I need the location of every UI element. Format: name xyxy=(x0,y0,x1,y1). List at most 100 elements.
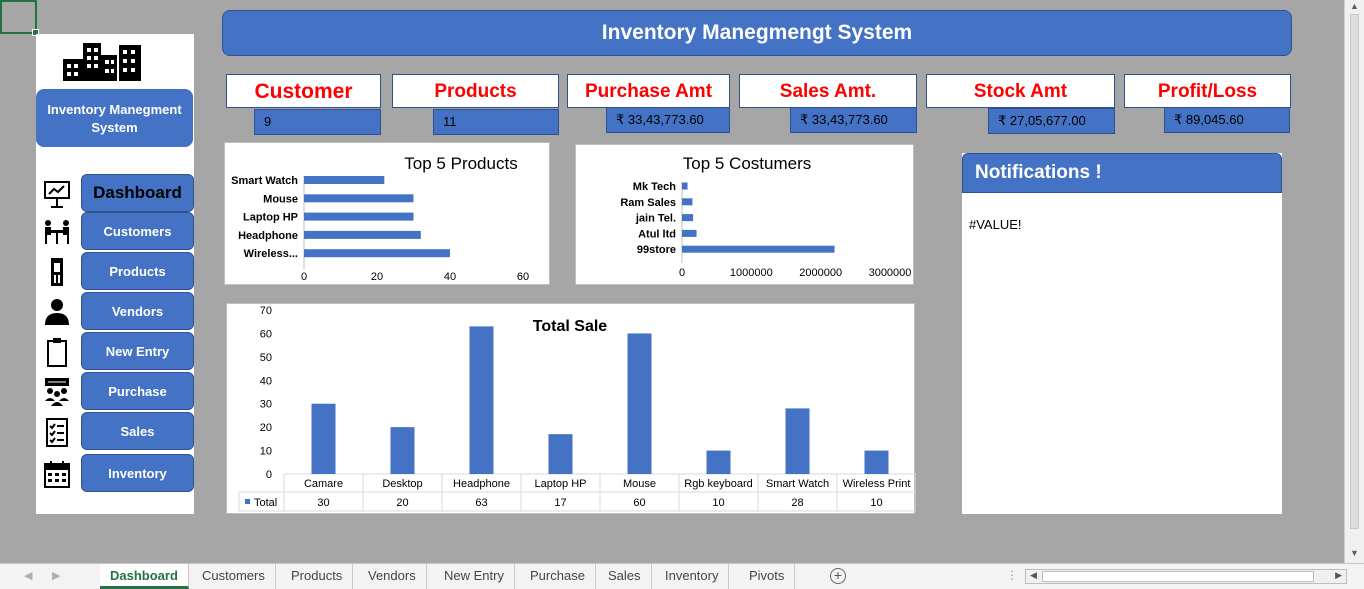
nav-inventory-button[interactable]: Inventory xyxy=(81,454,194,492)
bar xyxy=(548,434,573,474)
bar xyxy=(627,333,652,474)
bar xyxy=(682,245,835,253)
checklist-icon xyxy=(46,418,68,447)
category-label: Atul ltd xyxy=(638,228,676,240)
person-icon xyxy=(45,299,69,325)
scroll-down-icon[interactable]: ▼ xyxy=(1350,548,1359,558)
top-customers-svg: Top 5 Costumers Mk Tech Ram Sales jain Tel.… xyxy=(620,154,912,279)
kpi-stock-amt-label: Stock Amt xyxy=(926,74,1115,108)
y-tick-label: 10 xyxy=(260,446,272,458)
bar xyxy=(304,249,450,258)
chart-title: Top 5 Products xyxy=(404,154,517,173)
bar xyxy=(304,230,421,239)
kpi-customer-label: Customer xyxy=(226,74,381,108)
sheet-tab-inventory[interactable]: Inventory xyxy=(655,564,730,589)
phone-booth-icon xyxy=(51,258,63,286)
data-table-value: 10 xyxy=(870,497,882,509)
top-products-svg: Top 5 Products Smart Watch Mouse Laptop HP H… xyxy=(231,154,529,283)
nav-products-button[interactable]: Products xyxy=(81,252,194,290)
page-title: Inventory Manegmengt System xyxy=(222,10,1292,56)
data-table-value: 10 xyxy=(712,497,724,509)
sheet-tab-new-entry[interactable]: New Entry xyxy=(434,564,515,589)
selected-cell[interactable] xyxy=(0,0,39,36)
y-tick-label: 60 xyxy=(260,328,272,340)
category-label: Camare xyxy=(304,478,343,490)
sheet-tab-customers[interactable]: Customers xyxy=(192,564,276,589)
top-customers-chart[interactable]: Top 5 Costumers Mk Tech Ram Sales jain Tel.… xyxy=(575,144,914,285)
clipboard-icon xyxy=(47,338,67,367)
category-label: Smart Watch xyxy=(231,175,298,187)
legend-key xyxy=(245,499,250,504)
category-label: 99store xyxy=(637,244,676,256)
y-tick-label: 40 xyxy=(260,375,272,387)
y-tick-label: 50 xyxy=(260,352,272,364)
nav-purchase-button[interactable]: Purchase xyxy=(81,372,194,410)
x-tick-label: 40 xyxy=(444,271,456,283)
bar xyxy=(304,212,414,221)
bar xyxy=(304,194,414,203)
add-sheet-icon[interactable]: + xyxy=(830,568,846,584)
notifications-panel: Notifications ! #VALUE! xyxy=(962,153,1282,514)
meeting-icon xyxy=(45,220,69,244)
data-table-value: 60 xyxy=(633,497,645,509)
category-label: Laptop HP xyxy=(243,212,298,224)
sidebar: Inventory Manegment System Dashboard Cus… xyxy=(36,34,194,514)
calendar-icon xyxy=(44,461,70,488)
category-label: Mk Tech xyxy=(633,181,676,193)
chart-title: Total Sale xyxy=(533,318,607,335)
y-tick-label: 0 xyxy=(266,469,272,481)
nav-new-entry-button[interactable]: New Entry xyxy=(81,332,194,370)
sheet-tab-products[interactable]: Products xyxy=(281,564,354,589)
x-tick-label: 0 xyxy=(301,271,307,283)
scroll-up-icon[interactable]: ▲ xyxy=(1350,1,1359,11)
category-label: Mouse xyxy=(623,478,656,490)
nav-sales-button[interactable]: Sales xyxy=(81,412,194,450)
kpi-customer-value: 9 xyxy=(254,109,381,135)
category-label: Mouse xyxy=(263,193,298,205)
bar xyxy=(682,214,694,222)
y-tick-label: 20 xyxy=(260,422,272,434)
sheet-tab-pivots[interactable]: Pivots xyxy=(739,564,796,589)
notifications-title: Notifications ! xyxy=(962,153,1282,193)
total-sale-svg: Total Sale 0 10 20 30 40 50 60 70 Total Camare 30 De… xyxy=(238,305,916,512)
category-label: Desktop xyxy=(382,478,422,490)
total-sale-chart[interactable]: Total Sale 0 10 20 30 40 50 60 70 Total Camare 30 De… xyxy=(226,303,916,514)
tab-prev-icon[interactable]: ◀ xyxy=(24,569,32,582)
scroll-right-icon[interactable]: ▶ xyxy=(1335,570,1342,581)
horizontal-scrollbar[interactable]: ◀ ▶ xyxy=(1025,569,1347,584)
bar xyxy=(785,408,810,474)
category-label: Headphone xyxy=(453,478,510,490)
sheet-tab-sales[interactable]: Sales xyxy=(598,564,652,589)
sheet-tab-purchase[interactable]: Purchase xyxy=(520,564,596,589)
y-tick-label: 30 xyxy=(260,399,272,411)
kpi-sales-amt-label: Sales Amt. xyxy=(739,74,917,108)
nav-vendors-button[interactable]: Vendors xyxy=(81,292,194,330)
vertical-scrollbar[interactable]: ▲ ▼ xyxy=(1344,0,1364,563)
kpi-products-value: 11 xyxy=(433,109,559,135)
data-table-value: 63 xyxy=(475,497,487,509)
vertical-scroll-thumb[interactable] xyxy=(1350,14,1359,529)
bar xyxy=(864,450,889,474)
data-table-value: 30 xyxy=(317,497,329,509)
category-label: Rgb keyboard xyxy=(684,478,753,490)
nav-customers-button[interactable]: Customers xyxy=(81,212,194,250)
scroll-left-icon[interactable]: ◀ xyxy=(1030,570,1037,581)
x-tick-label: 3000000 xyxy=(869,267,912,279)
presentation-icon xyxy=(44,181,70,208)
nav-dashboard-button[interactable]: Dashboard xyxy=(81,174,194,212)
sheet-tab-bar: ◀ ▶ Dashboard Customers Products Vendors New… xyxy=(0,563,1364,589)
category-label: Wireless Print xyxy=(843,478,911,490)
sheet-tab-dashboard[interactable]: Dashboard xyxy=(100,564,189,589)
category-label: Wireless... xyxy=(244,248,298,260)
horizontal-scroll-thumb[interactable] xyxy=(1042,571,1314,582)
sheet-tab-vendors[interactable]: Vendors xyxy=(358,564,427,589)
category-label: Smart Watch xyxy=(766,478,829,490)
data-table-value: 28 xyxy=(791,497,803,509)
bar xyxy=(706,450,731,474)
top-products-chart[interactable]: Top 5 Products Smart Watch Mouse Laptop HP H… xyxy=(224,142,550,285)
splitter-icon[interactable]: ⋮ xyxy=(1006,568,1018,582)
category-label: Ram Sales xyxy=(620,197,676,209)
bar xyxy=(682,229,697,237)
x-tick-label: 1000000 xyxy=(730,267,773,279)
tab-next-icon[interactable]: ▶ xyxy=(52,569,60,582)
